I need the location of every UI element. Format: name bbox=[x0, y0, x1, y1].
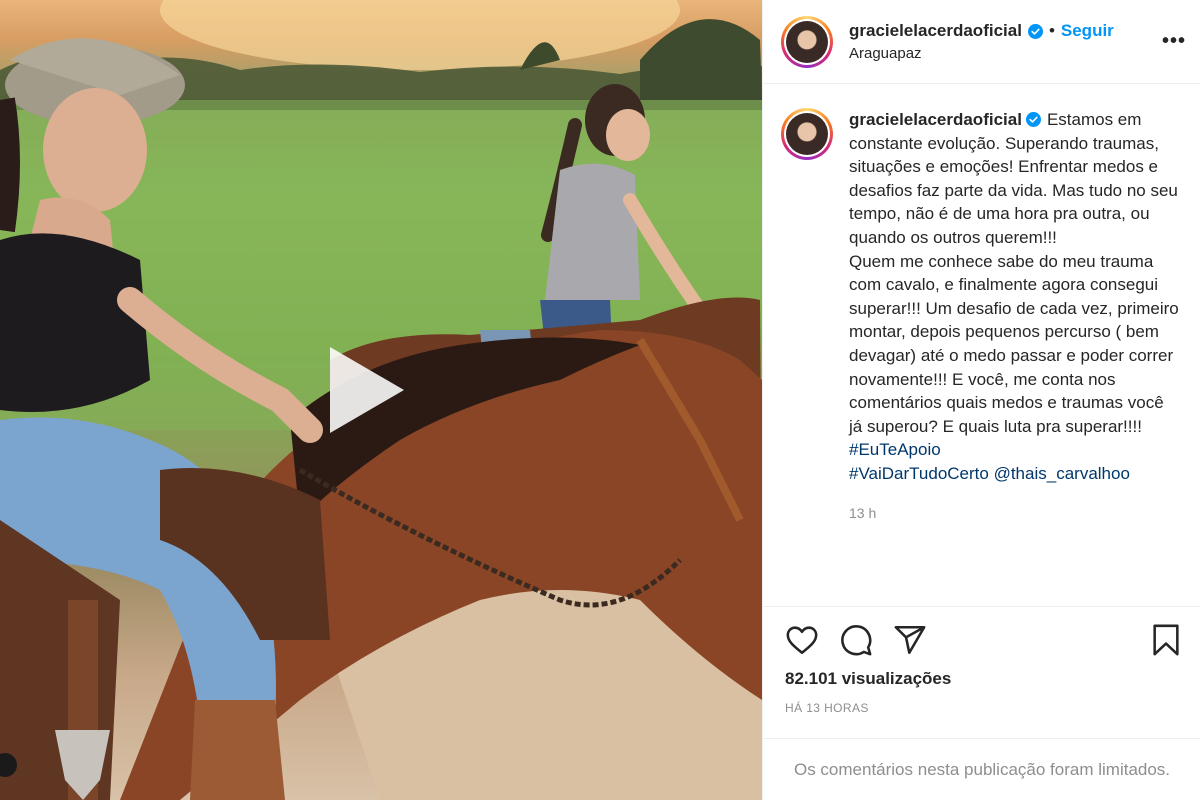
post-header: gracielelacerdaoficial • Seguir Araguapa… bbox=[763, 0, 1200, 84]
location-link[interactable]: Araguapaz bbox=[849, 45, 1114, 62]
play-icon bbox=[330, 347, 404, 433]
profile-photo bbox=[786, 20, 828, 63]
comments-limited-notice: Os comentários nesta publicação foram li… bbox=[763, 738, 1200, 800]
header-info: gracielelacerdaoficial • Seguir Araguapa… bbox=[849, 21, 1114, 62]
caption-username-link[interactable]: gracielelacerdaoficial bbox=[849, 110, 1022, 129]
comments-section: gracielelacerdaoficial Estamos em constan… bbox=[763, 84, 1200, 606]
action-section: 82.101 visualizações HÁ 13 HORAS bbox=[763, 606, 1200, 715]
verified-badge-icon bbox=[1025, 112, 1041, 127]
follow-button[interactable]: Seguir bbox=[1061, 21, 1114, 41]
play-button[interactable] bbox=[318, 345, 408, 435]
post-side-panel: gracielelacerdaoficial • Seguir Araguapa… bbox=[762, 0, 1200, 800]
caption-avatar[interactable] bbox=[781, 108, 833, 160]
caption-row: gracielelacerdaoficial Estamos em constan… bbox=[781, 108, 1182, 525]
hashtag-link[interactable]: #EuTeApoio bbox=[849, 440, 941, 459]
heart-icon[interactable] bbox=[785, 623, 819, 657]
hashtag-link[interactable]: #VaiDarTudoCerto bbox=[849, 464, 989, 483]
separator-dot: • bbox=[1048, 21, 1055, 40]
profile-photo bbox=[786, 113, 828, 155]
caption: gracielelacerdaoficial Estamos em constan… bbox=[849, 108, 1179, 525]
bookmark-icon[interactable] bbox=[1149, 623, 1183, 657]
action-bar bbox=[763, 607, 1200, 673]
more-options-icon[interactable]: ••• bbox=[1162, 30, 1186, 53]
verified-badge-icon bbox=[1027, 23, 1043, 39]
caption-text-2: Quem me conhece sabe do meu trauma com c… bbox=[849, 251, 1179, 436]
post-video[interactable] bbox=[0, 0, 762, 800]
caption-timestamp[interactable]: 13 h bbox=[849, 502, 1179, 526]
caption-text: Estamos em constante evolução. Superando… bbox=[849, 110, 1178, 247]
view-count[interactable]: 82.101 visualizações bbox=[763, 669, 1200, 689]
post-time-ago[interactable]: HÁ 13 HORAS bbox=[763, 701, 1200, 715]
avatar[interactable] bbox=[781, 15, 833, 68]
mention-link[interactable]: @thais_carvalhoo bbox=[994, 464, 1130, 483]
comment-icon[interactable] bbox=[839, 623, 873, 657]
username-link[interactable]: gracielelacerdaoficial bbox=[849, 21, 1022, 41]
send-icon[interactable] bbox=[893, 623, 927, 657]
